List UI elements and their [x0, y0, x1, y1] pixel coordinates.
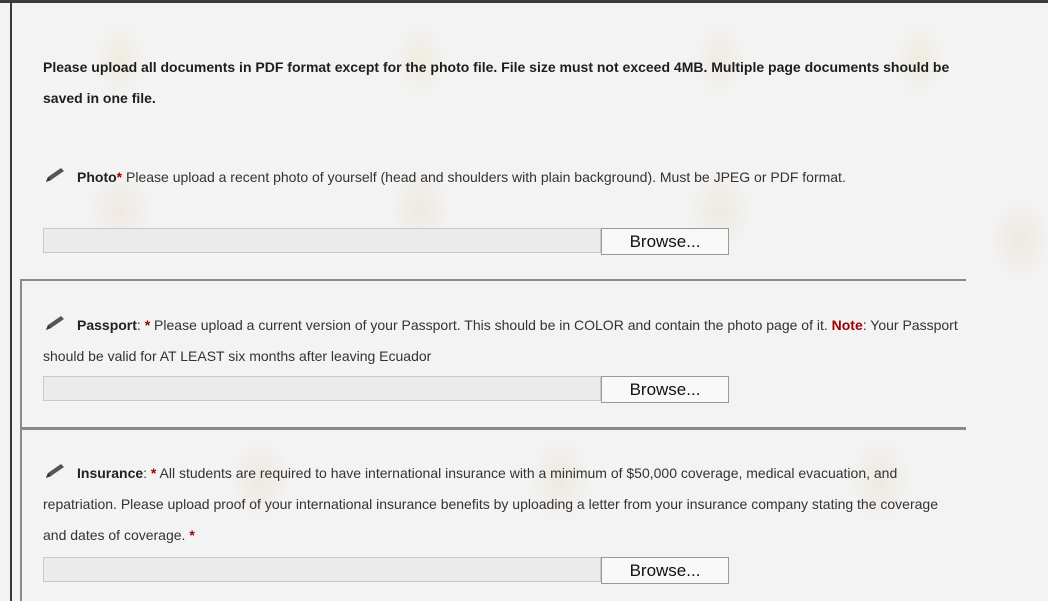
- insurance-file-path-field[interactable]: [43, 557, 601, 582]
- section-left-border: [20, 279, 22, 431]
- passport-section-description: Passport: * Please upload a current vers…: [43, 310, 963, 372]
- section-left-border: [20, 427, 22, 601]
- pencil-icon: [46, 168, 64, 182]
- passport-browse-button[interactable]: Browse...: [601, 376, 729, 403]
- required-marker: *: [189, 527, 195, 543]
- pencil-icon: [46, 316, 64, 330]
- passport-note-label: Note: [831, 317, 863, 333]
- passport-instructions: Please upload a current version of your …: [150, 317, 832, 333]
- left-border: [10, 3, 12, 601]
- top-border: [0, 0, 1048, 3]
- passport-file-path-field[interactable]: [43, 376, 601, 401]
- insurance-title: Insurance: [77, 465, 144, 481]
- photo-title: Photo: [77, 169, 117, 185]
- photo-instructions: Please upload a recent photo of yourself…: [122, 169, 846, 185]
- photo-file-input[interactable]: Browse...: [43, 228, 729, 255]
- passport-title: Passport: [77, 317, 137, 333]
- insurance-instructions: All students are required to have intern…: [43, 465, 938, 543]
- section-divider: [20, 279, 966, 281]
- upload-documents-form: Please upload all documents in PDF forma…: [0, 0, 1048, 601]
- insurance-colon: :: [143, 465, 151, 481]
- insurance-file-input[interactable]: Browse...: [43, 557, 729, 584]
- insurance-section-description: Insurance: * All students are required t…: [43, 458, 963, 551]
- passport-colon: :: [136, 317, 145, 333]
- pencil-icon: [46, 464, 64, 478]
- upload-instructions: Please upload all documents in PDF forma…: [43, 59, 950, 106]
- photo-file-path-field[interactable]: [43, 228, 601, 253]
- section-divider: [20, 427, 966, 430]
- insurance-browse-button[interactable]: Browse...: [601, 557, 729, 584]
- photo-browse-button[interactable]: Browse...: [601, 228, 729, 255]
- photo-section-description: Photo* Please upload a recent photo of y…: [43, 162, 963, 193]
- passport-file-input[interactable]: Browse...: [43, 376, 729, 403]
